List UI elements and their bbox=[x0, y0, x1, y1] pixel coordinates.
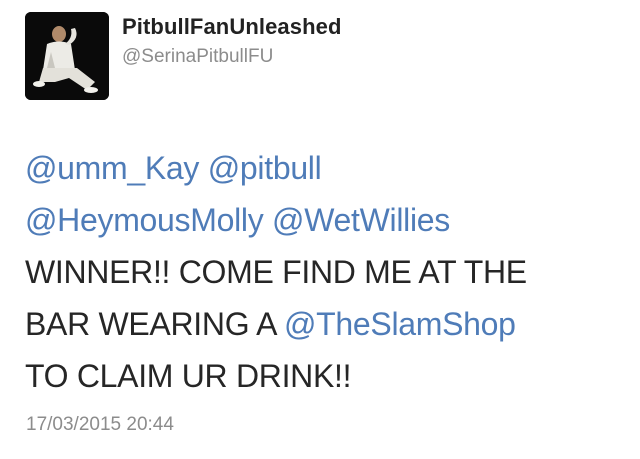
tweet-line-5: TO CLAIM UR DRINK!! bbox=[25, 350, 625, 402]
user-handle[interactable]: @SerinaPitbullFU bbox=[122, 46, 273, 68]
tweet-text-segment: WINNER!! COME FIND ME AT THE bbox=[25, 254, 527, 290]
tweet-line-2: @HeymousMolly @WetWillies bbox=[25, 194, 625, 246]
mention-link[interactable]: @TheSlamShop bbox=[284, 306, 516, 342]
tweet-text-segment: BAR WEARING A bbox=[25, 306, 276, 342]
tweet-timestamp: 17/03/2015 20:44 bbox=[26, 414, 174, 435]
tweet-card: PitbullFanUnleashed @SerinaPitbullFU @um… bbox=[0, 0, 640, 459]
tweet-text: @umm_Kay @pitbull @HeymousMolly @WetWill… bbox=[25, 142, 625, 402]
tweet-line-3: WINNER!! COME FIND ME AT THE bbox=[25, 246, 625, 298]
tweet-line-4: BAR WEARING A @TheSlamShop bbox=[25, 298, 625, 350]
tweet-line-1: @umm_Kay @pitbull bbox=[25, 142, 625, 194]
avatar-image bbox=[25, 12, 109, 100]
avatar[interactable] bbox=[25, 12, 109, 100]
mention-link[interactable]: @HeymousMolly bbox=[25, 202, 264, 238]
tweet-text-segment: TO CLAIM UR DRINK!! bbox=[25, 358, 352, 394]
mention-link[interactable]: @pitbull bbox=[208, 150, 322, 186]
mention-link[interactable]: @WetWillies bbox=[272, 202, 450, 238]
mention-link[interactable]: @umm_Kay bbox=[25, 150, 199, 186]
display-name[interactable]: PitbullFanUnleashed bbox=[122, 14, 341, 40]
